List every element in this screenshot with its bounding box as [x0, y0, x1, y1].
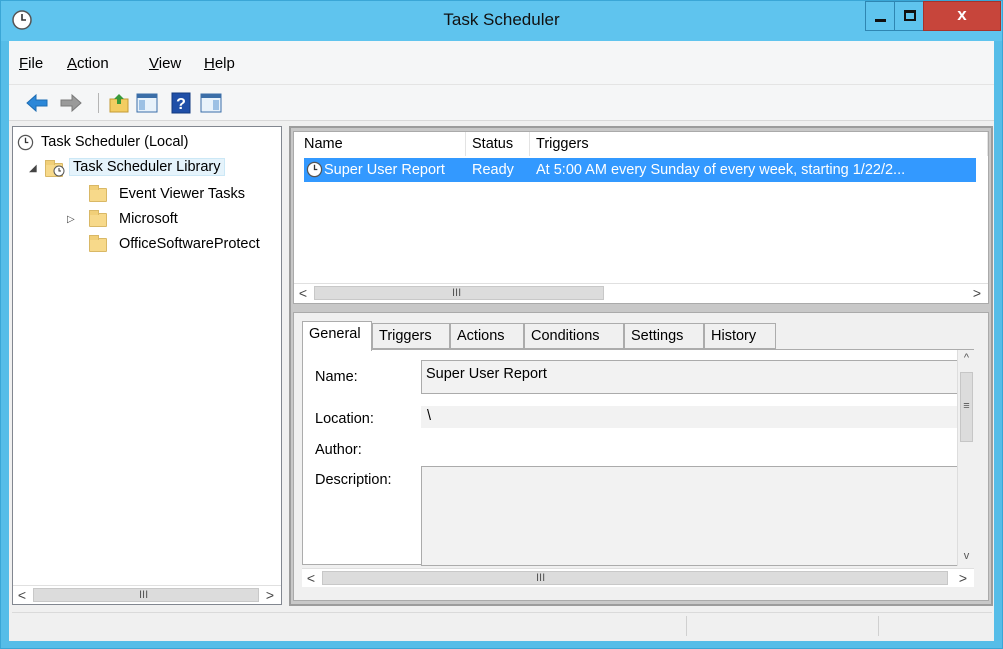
general-tab-panel: Name: Super User Report Location: \ Auth…	[302, 349, 975, 566]
scroll-grip: III	[139, 589, 149, 601]
tree-item-microsoft[interactable]: ▷ Microsoft	[17, 208, 277, 230]
task-details: General Triggers Actions Conditions Sett…	[293, 312, 989, 601]
console-tree[interactable]: Task Scheduler (Local) ◢ Task Scheduler …	[12, 126, 282, 605]
tab-actions[interactable]: Actions	[450, 323, 524, 349]
window-title: Task Scheduler	[443, 10, 560, 29]
scroll-down-icon[interactable]: v	[958, 548, 975, 565]
folder-icon	[89, 185, 107, 202]
menu-action[interactable]: Action	[67, 55, 109, 72]
menu-action-label: ction	[77, 55, 109, 72]
clock-icon	[53, 165, 65, 177]
column-header-status[interactable]: Status	[472, 132, 530, 156]
scroll-left-icon[interactable]: <	[302, 569, 320, 587]
menu-file-accel: F	[19, 55, 29, 72]
menu-view-label: iew	[158, 55, 182, 72]
tab-conditions[interactable]: Conditions	[524, 323, 624, 349]
toolbar: ?	[9, 85, 994, 121]
close-button[interactable]: x	[923, 1, 1001, 31]
task-triggers: At 5:00 AM every Sunday of every week, s…	[536, 162, 906, 178]
close-icon: x	[957, 5, 967, 24]
tab-settings[interactable]: Settings	[624, 323, 704, 349]
scroll-left-icon[interactable]: <	[13, 586, 31, 604]
task-list[interactable]: Name Status Triggers Super User Report R…	[293, 131, 989, 304]
folder-icon	[89, 210, 107, 227]
tree-item-label: Event Viewer Tasks	[119, 186, 245, 202]
column-header-name[interactable]: Name	[304, 132, 466, 156]
menu-bar: File Action View Help	[9, 41, 994, 85]
task-name: Super User Report	[324, 162, 445, 178]
task-status: Ready	[472, 162, 514, 178]
tree-item-officesoftwareprotect[interactable]: OfficeSoftwareProtect	[17, 233, 279, 255]
status-divider	[686, 616, 687, 636]
show-hide-console-tree-icon[interactable]	[135, 91, 159, 115]
clock-icon	[306, 161, 323, 178]
tree-item-label: Microsoft	[119, 211, 178, 227]
title-bar[interactable]: Task Scheduler x	[1, 1, 1002, 41]
folder-icon	[89, 235, 107, 252]
author-label: Author:	[315, 442, 362, 458]
scroll-grip: III	[452, 287, 462, 299]
menu-view-accel: V	[149, 55, 159, 72]
menu-help-accel: H	[204, 55, 215, 72]
svg-text:?: ?	[176, 96, 186, 113]
scroll-grip: ≡	[963, 400, 970, 412]
tree-item-label: OfficeSoftwareProtect	[119, 236, 260, 252]
forward-arrow-icon[interactable]	[59, 91, 83, 115]
status-bar	[12, 612, 992, 638]
tab-general[interactable]: General	[302, 321, 372, 351]
details-frame: Name Status Triggers Super User Report R…	[289, 126, 993, 606]
menu-file-label: ile	[28, 55, 44, 72]
description-field[interactable]	[421, 466, 969, 566]
scroll-right-icon[interactable]: >	[954, 569, 972, 587]
back-arrow-icon[interactable]	[25, 91, 49, 115]
scroll-right-icon[interactable]: >	[261, 586, 279, 604]
tree-item-event-viewer-tasks[interactable]: Event Viewer Tasks	[17, 183, 277, 205]
minimize-icon	[875, 19, 886, 22]
scroll-right-icon[interactable]: >	[968, 284, 986, 302]
column-header-triggers[interactable]: Triggers	[536, 132, 988, 156]
folder-up-icon[interactable]	[107, 91, 131, 115]
clock-icon	[17, 134, 34, 151]
tree-item-root[interactable]: Task Scheduler (Local)	[17, 131, 277, 153]
tree-root-label: Task Scheduler (Local)	[41, 134, 189, 150]
tasklist-horizontal-scrollbar[interactable]: < III >	[294, 283, 988, 302]
location-field[interactable]: \	[421, 406, 969, 428]
menu-view[interactable]: View	[149, 55, 181, 72]
tab-history[interactable]: History	[704, 323, 776, 349]
client-area: File Action View Help ? Task Scheduler (…	[9, 41, 994, 641]
show-hide-action-pane-icon[interactable]	[199, 91, 223, 115]
task-scheduler-window: Task Scheduler x File Action View Help ?…	[0, 0, 1003, 649]
scroll-thumb[interactable]	[322, 571, 948, 585]
name-label: Name:	[315, 369, 358, 385]
location-label: Location:	[315, 411, 374, 427]
general-vertical-scrollbar[interactable]: ^ ≡ v	[957, 350, 975, 566]
menu-help-label: elp	[214, 55, 235, 72]
minimize-button[interactable]	[865, 1, 895, 31]
scroll-up-icon[interactable]: ^	[958, 350, 975, 367]
table-row[interactable]: Super User Report Ready At 5:00 AM every…	[304, 158, 976, 182]
tree-item-library[interactable]: ◢ Task Scheduler Library	[17, 157, 277, 179]
menu-file[interactable]: File	[19, 55, 43, 72]
expand-icon[interactable]: ▷	[67, 214, 75, 225]
status-divider	[878, 616, 879, 636]
scroll-grip: III	[536, 572, 546, 584]
name-field[interactable]: Super User Report	[421, 360, 969, 394]
tree-horizontal-scrollbar[interactable]: < III >	[13, 585, 281, 604]
tab-triggers[interactable]: Triggers	[372, 323, 450, 349]
help-icon[interactable]: ?	[169, 91, 193, 115]
maximize-icon	[904, 10, 916, 21]
collapse-icon[interactable]: ◢	[29, 163, 37, 174]
details-horizontal-scrollbar[interactable]: < III >	[302, 568, 974, 587]
scroll-left-icon[interactable]: <	[294, 284, 312, 302]
tree-library-label: Task Scheduler Library	[69, 158, 225, 176]
maximize-button[interactable]	[894, 1, 924, 31]
menu-help[interactable]: Help	[204, 55, 235, 72]
toolbar-separator	[98, 93, 99, 113]
description-label: Description:	[315, 472, 392, 488]
author-field[interactable]	[421, 436, 969, 458]
menu-action-accel: A	[67, 55, 78, 72]
